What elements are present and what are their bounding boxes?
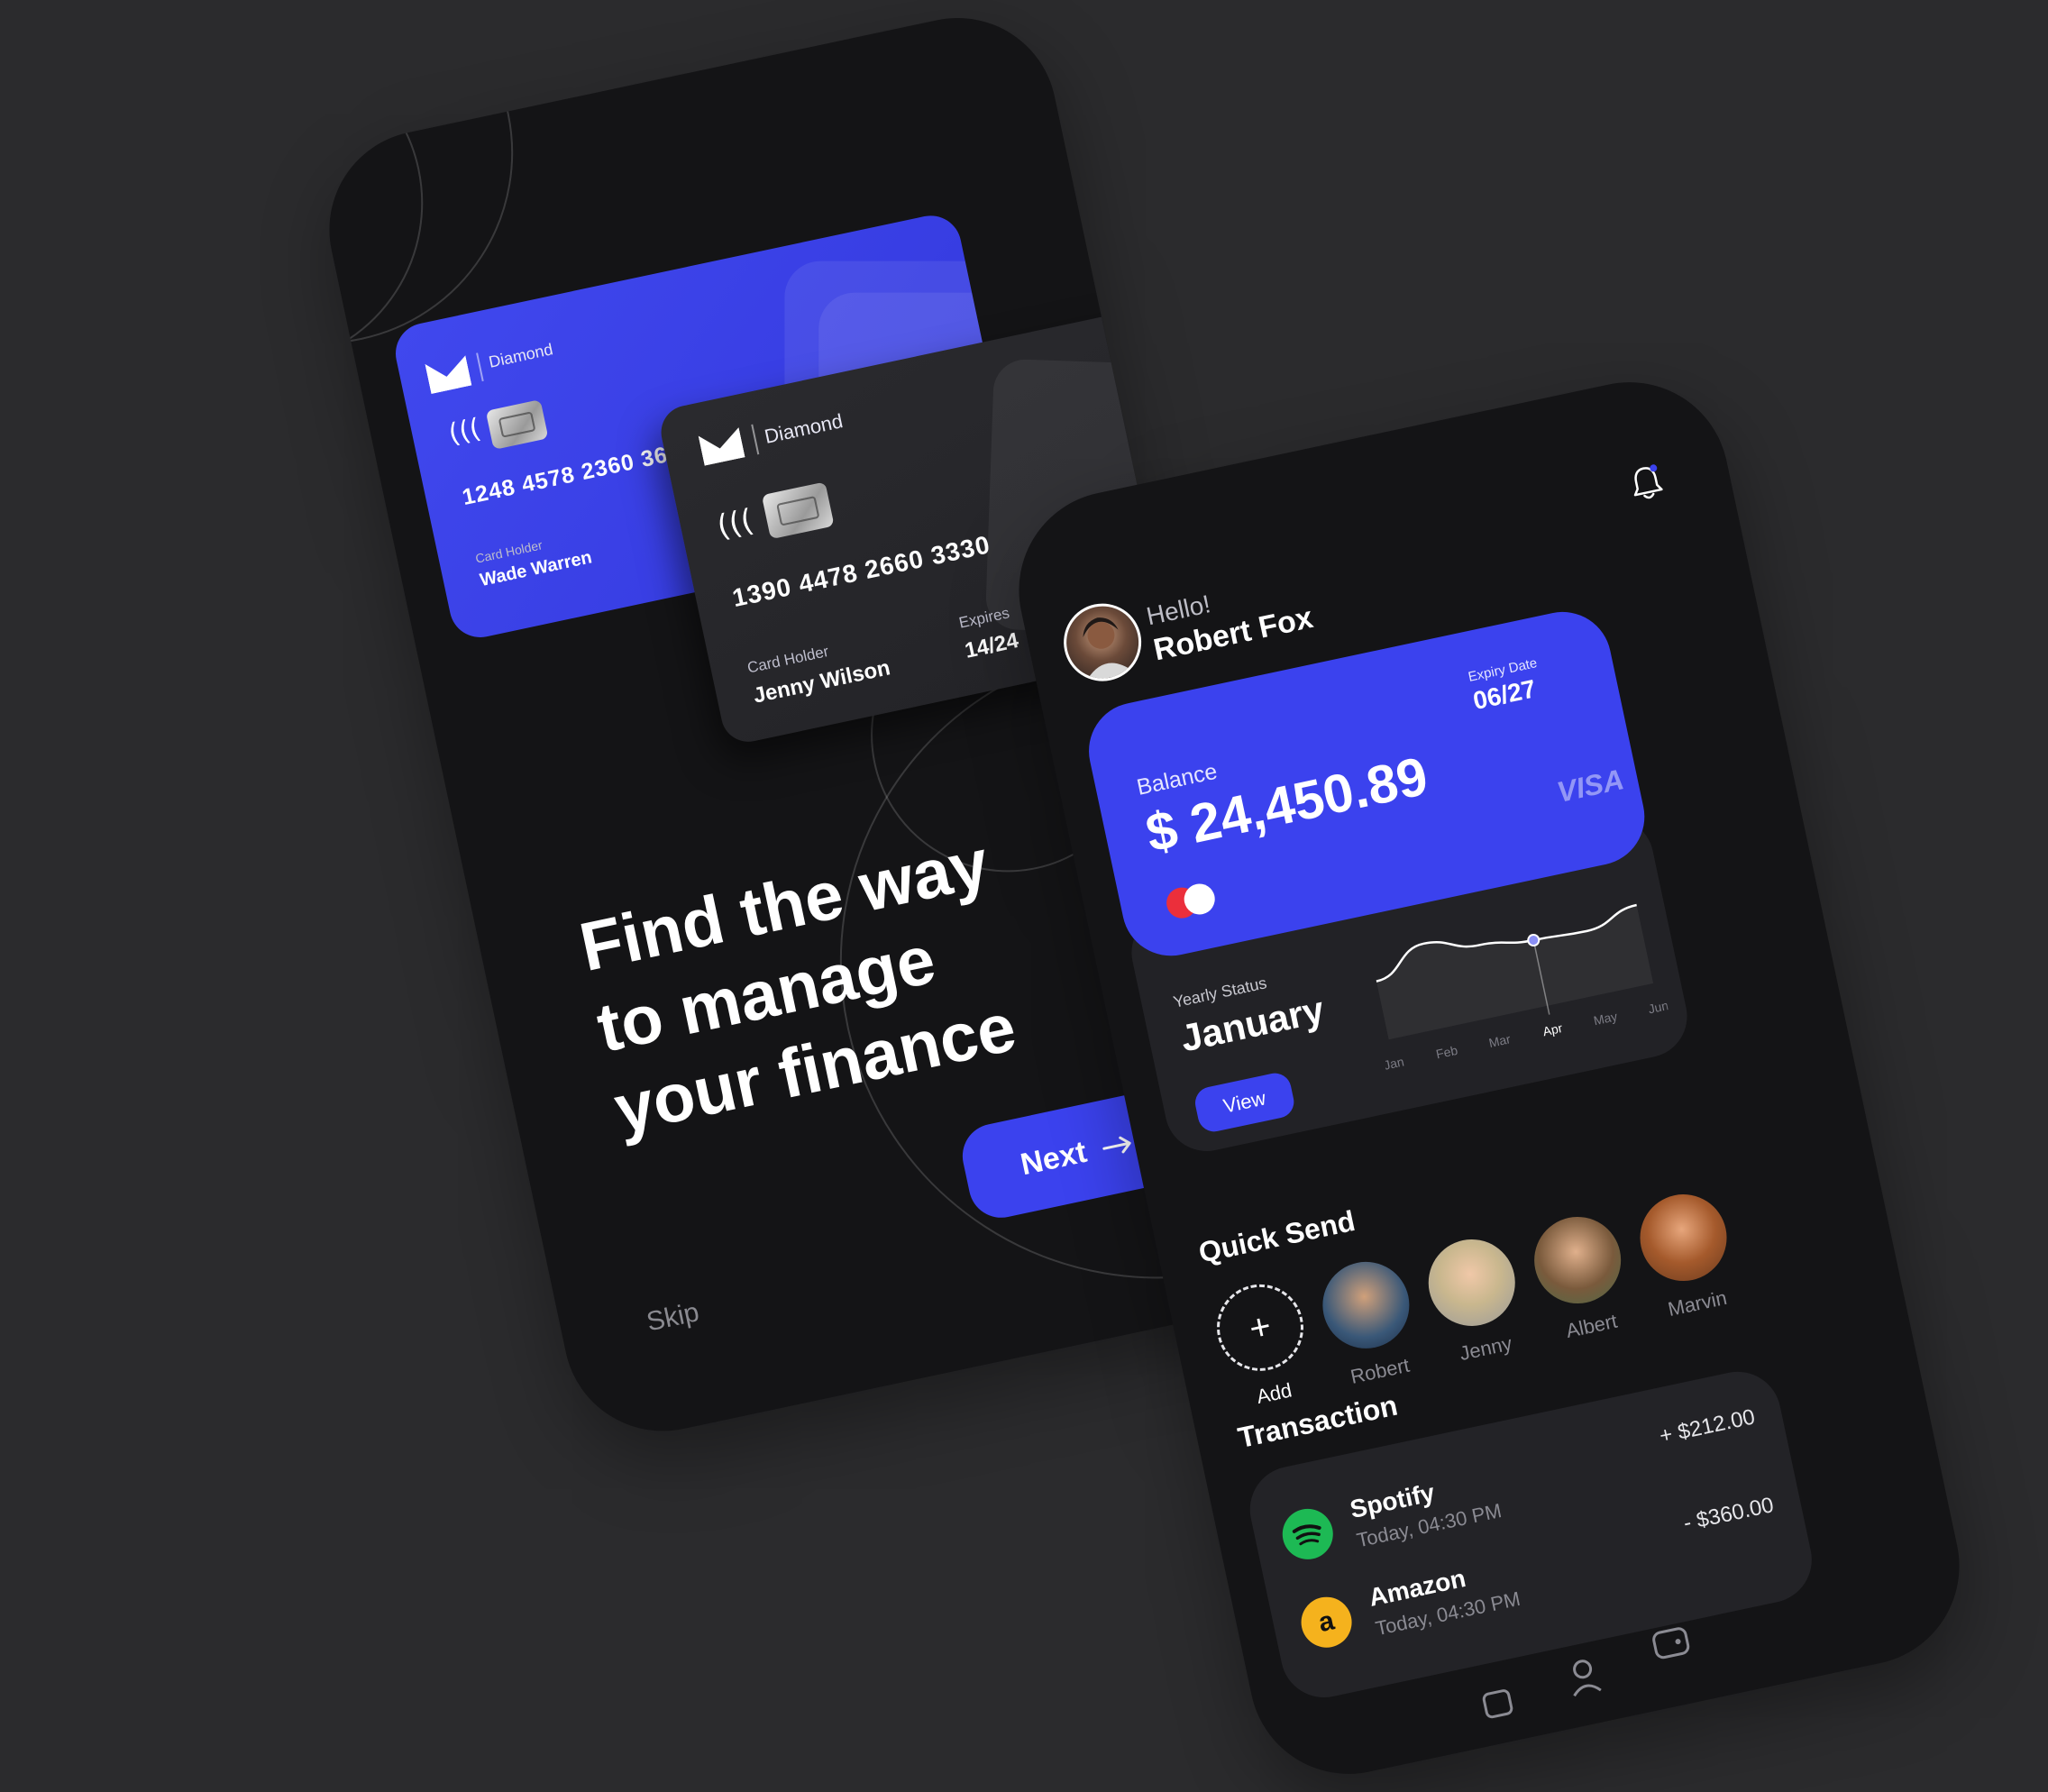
chart-x-tick-label: Jan [1383,1054,1405,1072]
quick-send-contact[interactable]: Robert [1313,1253,1425,1392]
visa-logo: VISA [1554,763,1627,809]
add-contact-circle: + [1209,1275,1312,1379]
chart-x-tick-label: Apr [1541,1020,1564,1038]
spotify-icon [1277,1504,1338,1565]
contact-avatar [1314,1253,1418,1357]
brand-divider [476,352,484,382]
brand-logo-icon [699,427,745,466]
card-expires-value: 14/24 [962,627,1021,663]
contact-name: Robert [1348,1353,1412,1388]
contact-name: Jenny [1457,1331,1514,1366]
contact-name: Albert [1563,1309,1620,1343]
card-number: 1248 4578 2360 36 [460,442,671,511]
user-avatar[interactable] [1056,596,1149,689]
mastercard-logo-icon [1163,880,1223,923]
transaction-amount: + $212.00 [1657,1404,1758,1449]
card-chip-icon [761,481,835,540]
notification-bell-icon[interactable] [1627,462,1667,504]
card-expires-label: Expires [957,604,1011,632]
chart-x-tick-label: Feb [1435,1043,1459,1062]
contact-avatar [1526,1209,1630,1312]
plus-icon: + [1246,1305,1275,1349]
person-silhouette-icon [1083,617,1135,683]
view-button[interactable]: View [1192,1070,1297,1135]
card-brand-name: Diamond [487,340,555,371]
skip-link[interactable]: Skip [644,1297,701,1338]
balance-amount: $ 24,450.89 [1140,745,1433,864]
chart-x-tick-label: Mar [1487,1031,1512,1050]
arrow-right-icon [1102,1136,1131,1153]
card-chip-icon [485,399,549,451]
wallet-nav-icon[interactable] [1648,1622,1694,1665]
quick-send-contact[interactable]: Marvin [1632,1186,1743,1324]
card-brand-name: Diamond [762,409,846,448]
card-number: 1390 4478 2660 3330 [729,530,993,613]
profile-nav-icon[interactable] [1562,1654,1605,1700]
view-button-label: View [1221,1086,1268,1118]
chart-x-tick-label: Jun [1647,998,1669,1016]
contactless-icon: ((( [445,413,484,451]
contact-name: Marvin [1666,1285,1729,1321]
quick-send-contact[interactable]: Albert [1525,1209,1637,1347]
amazon-icon: a [1296,1592,1357,1652]
quick-send-add[interactable]: + Add [1208,1275,1320,1414]
home-nav-icon[interactable] [1477,1681,1519,1723]
contact-avatar [1420,1231,1523,1334]
chart-x-tick-label: May [1592,1009,1618,1028]
contact-avatar [1632,1186,1735,1289]
next-button-label: Next [1017,1134,1090,1183]
dashboard-screen: Hello! Robert Fox Yearly Status January … [1001,363,1978,1792]
brand-divider [751,424,760,455]
quick-send-title: Quick Send [1195,1203,1358,1269]
quick-send-contact[interactable]: Jenny [1420,1231,1531,1369]
contactless-icon: ((( [714,502,757,545]
brand-logo-icon [425,355,471,394]
